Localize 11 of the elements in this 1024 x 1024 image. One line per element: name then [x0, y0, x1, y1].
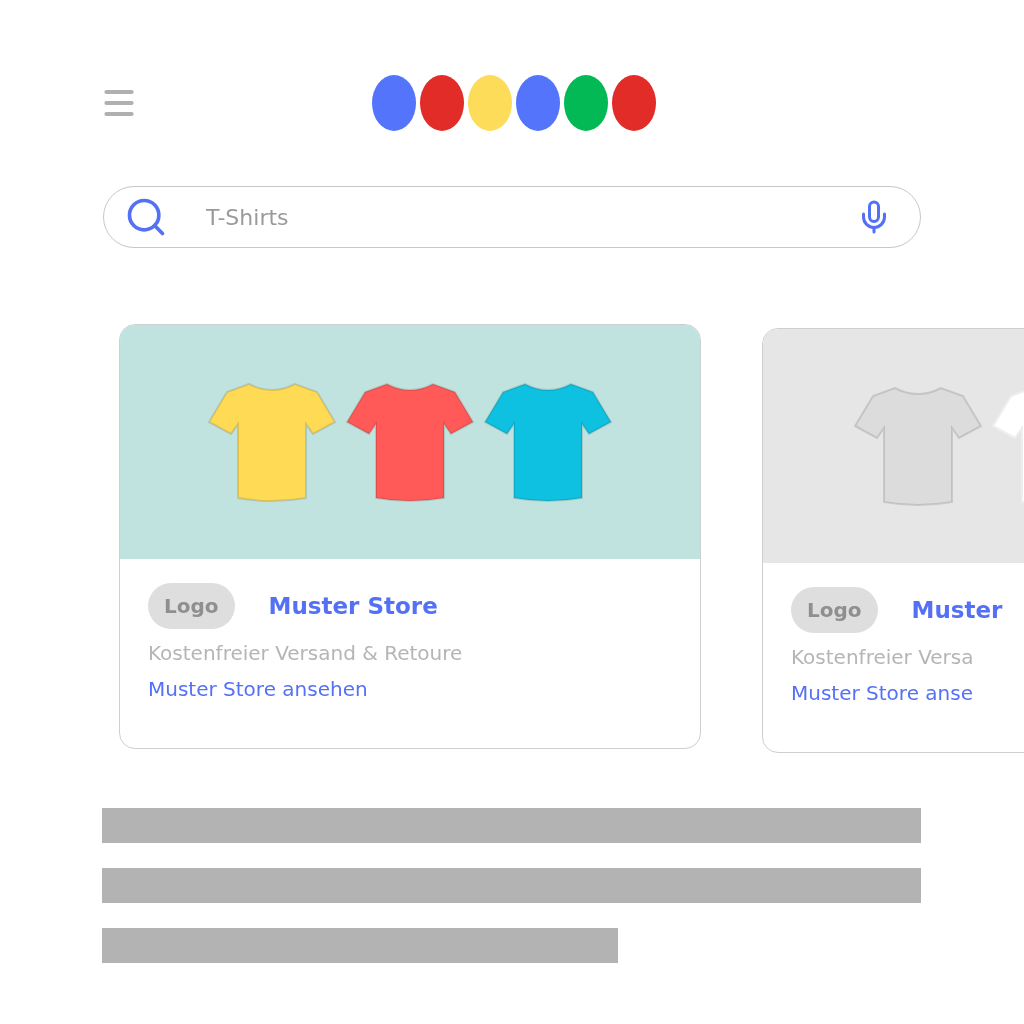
search-input[interactable]: T-Shirts	[204, 203, 820, 231]
shipping-text: Kostenfreier Versand & Retoure	[148, 641, 464, 665]
store-card[interactable]: Logo Muster Store Kostenfreier Versand & Retoure Muster Store ansehen	[119, 324, 701, 749]
logo-placeholder: Logo	[791, 587, 878, 633]
store-name: Muster	[911, 597, 1003, 623]
logo-placeholder: Logo	[148, 583, 235, 629]
store-link[interactable]: Muster Store anse	[791, 681, 973, 705]
store-name: Muster Store	[268, 593, 438, 619]
store-link[interactable]: Muster Store ansehen	[148, 677, 368, 701]
store-card[interactable]: Logo Muster Kostenfreier Versa Muster Store anse	[762, 328, 1024, 753]
shipping-text: Kostenfreier Versa	[791, 645, 975, 669]
